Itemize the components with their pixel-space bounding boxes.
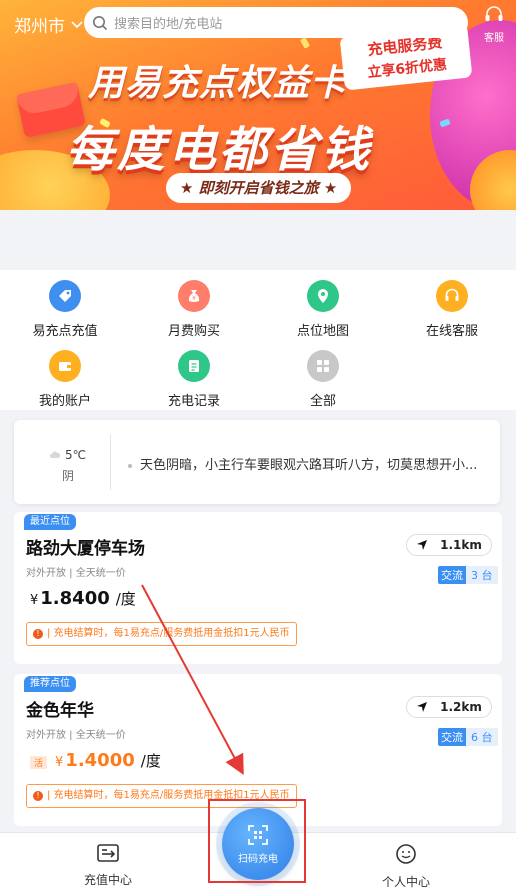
station-distance: 1.2km <box>440 700 482 714</box>
wallet-card-icon <box>97 844 119 862</box>
price-currency: ¥ <box>55 755 64 770</box>
menu-item-map[interactable]: 点位地图 <box>258 280 388 339</box>
charger-type: 交流 <box>438 566 466 584</box>
divider <box>110 434 111 490</box>
customer-service-label: 客服 <box>484 33 504 44</box>
city-label: 郑州市 <box>14 17 65 37</box>
station-price: 活 ¥ 1.4000 /度 <box>30 750 161 771</box>
charger-count: 3 台 <box>466 566 498 584</box>
search-placeholder: 搜索目的地/充电站 <box>114 17 223 32</box>
station-tag: 推荐点位 <box>24 676 76 692</box>
headset-icon <box>436 280 468 312</box>
station-distance: 1.1km <box>440 538 482 552</box>
station-name: 金色年华 <box>26 701 94 721</box>
search-icon <box>93 15 108 30</box>
tab-label: 个人中心 <box>381 875 430 889</box>
cloud-icon <box>49 451 61 458</box>
price-unit: /度 <box>115 590 136 608</box>
banner-title: 用易充点权益卡 <box>88 63 348 104</box>
menu-item-monthly[interactable]: ¥ 月费购买 <box>129 280 259 339</box>
map-pin-icon <box>307 280 339 312</box>
banner-subtitle: ★ 即刻开启省钱之旅 ★ <box>166 173 352 203</box>
info-icon: ! <box>33 791 43 801</box>
charger-count-badge: 交流 6 台 <box>438 728 498 746</box>
navigation-arrow-icon <box>417 702 428 712</box>
menu-item-label: 我的账户 <box>38 394 91 409</box>
money-bag-icon: ¥ <box>178 280 210 312</box>
weather-card[interactable]: 5℃ 阴 天色阴暗，小主行车要眼观六路耳听八方，切莫思想开小... <box>14 420 500 504</box>
weather-tip-text: 天色阴暗，小主行车要眼观六路耳听八方，切莫思想开小... <box>140 458 478 473</box>
menu-item-account[interactable]: 我的账户 <box>0 350 130 409</box>
quick-menu-panel: 易充点充值 ¥ 月费购买 点位地图 在线客服 我的账户 充电记录 全部 <box>0 270 516 410</box>
menu-item-label: 充电记录 <box>167 394 220 409</box>
confetti-decoration <box>299 37 311 49</box>
banner-headline: 每度电都省钱 <box>66 122 373 178</box>
menu-item-label: 月费购买 <box>167 324 220 339</box>
navigation-arrow-icon <box>417 540 428 550</box>
qr-scan-icon <box>248 824 268 845</box>
station-meta: 对外开放 | 全天统一价 <box>26 730 126 741</box>
station-card[interactable]: 推荐点位 金色年华 1.2km 对外开放 | 全天统一价 交流 6 台 活 ¥ … <box>14 674 502 826</box>
station-name: 路劲大厦停车场 <box>26 539 145 559</box>
wallet-icon <box>49 350 81 382</box>
price-unit: /度 <box>140 752 161 770</box>
menu-item-online-service[interactable]: 在线客服 <box>387 280 516 339</box>
price-value: 1.4000 <box>65 750 135 771</box>
station-tag: 最近点位 <box>24 514 76 530</box>
headset-icon <box>485 6 503 21</box>
promo-badge: 活 <box>30 756 48 769</box>
weather-temperature: 5℃ <box>64 448 87 462</box>
discount-note-text: | 充电结算时，每1易充点/服务费抵用金抵扣1元人民币 <box>47 628 290 639</box>
discount-note-text: | 充电结算时，每1易充点/服务费抵用金抵扣1元人民币 <box>47 790 290 801</box>
chevron-down-icon <box>71 20 83 28</box>
discount-note: ! | 充电结算时，每1易充点/服务费抵用金抵扣1元人民币 <box>26 784 297 808</box>
menu-item-all[interactable]: 全部 <box>258 350 388 409</box>
navigate-button[interactable]: 1.1km <box>406 534 492 556</box>
record-icon <box>178 350 210 382</box>
bullet-dot <box>128 463 132 468</box>
charger-type: 交流 <box>438 728 466 746</box>
svg-text:¥: ¥ <box>192 295 196 302</box>
weather-summary: 5℃ 阴 <box>28 444 108 484</box>
price-value: 1.8400 <box>40 588 110 609</box>
menu-item-recharge[interactable]: 易充点充值 <box>0 280 130 339</box>
station-card[interactable]: 最近点位 路劲大厦停车场 1.1km 对外开放 | 全天统一价 交流 3 台 ¥… <box>14 512 502 664</box>
price-currency: ¥ <box>30 593 39 608</box>
info-icon: ! <box>33 629 43 639</box>
weather-condition: 阴 <box>61 469 74 483</box>
menu-item-records[interactable]: 充电记录 <box>129 350 259 409</box>
navigate-button[interactable]: 1.2km <box>406 696 492 718</box>
scan-charge-label: 扫码充电 <box>238 853 278 865</box>
search-input[interactable]: 搜索目的地/充电站 <box>84 7 468 38</box>
station-price: ¥ 1.8400 /度 <box>30 588 136 609</box>
scan-charge-button[interactable]: 扫码充电 <box>222 808 294 880</box>
menu-item-label: 在线客服 <box>425 324 478 339</box>
station-meta: 对外开放 | 全天统一价 <box>26 568 126 579</box>
tab-profile[interactable]: 个人中心 <box>356 843 456 890</box>
menu-item-label: 易充点充值 <box>32 324 98 339</box>
customer-service-button[interactable]: 客服 <box>478 6 510 44</box>
smiley-face-icon <box>396 844 416 864</box>
menu-item-label: 点位地图 <box>296 324 349 339</box>
charger-count: 6 台 <box>466 728 498 746</box>
weather-tip: 天色阴暗，小主行车要眼观六路耳听八方，切莫思想开小... <box>128 454 477 473</box>
discount-note: ! | 充电结算时，每1易充点/服务费抵用金抵扣1元人民币 <box>26 622 297 646</box>
city-selector[interactable]: 郑州市 <box>14 12 83 37</box>
menu-item-label: 全部 <box>309 394 336 409</box>
tab-recharge-center[interactable]: 充值中心 <box>58 843 158 888</box>
grid-icon <box>307 350 339 382</box>
charger-count-badge: 交流 3 台 <box>438 566 498 584</box>
tab-label: 充值中心 <box>83 873 132 887</box>
tag-icon <box>49 280 81 312</box>
